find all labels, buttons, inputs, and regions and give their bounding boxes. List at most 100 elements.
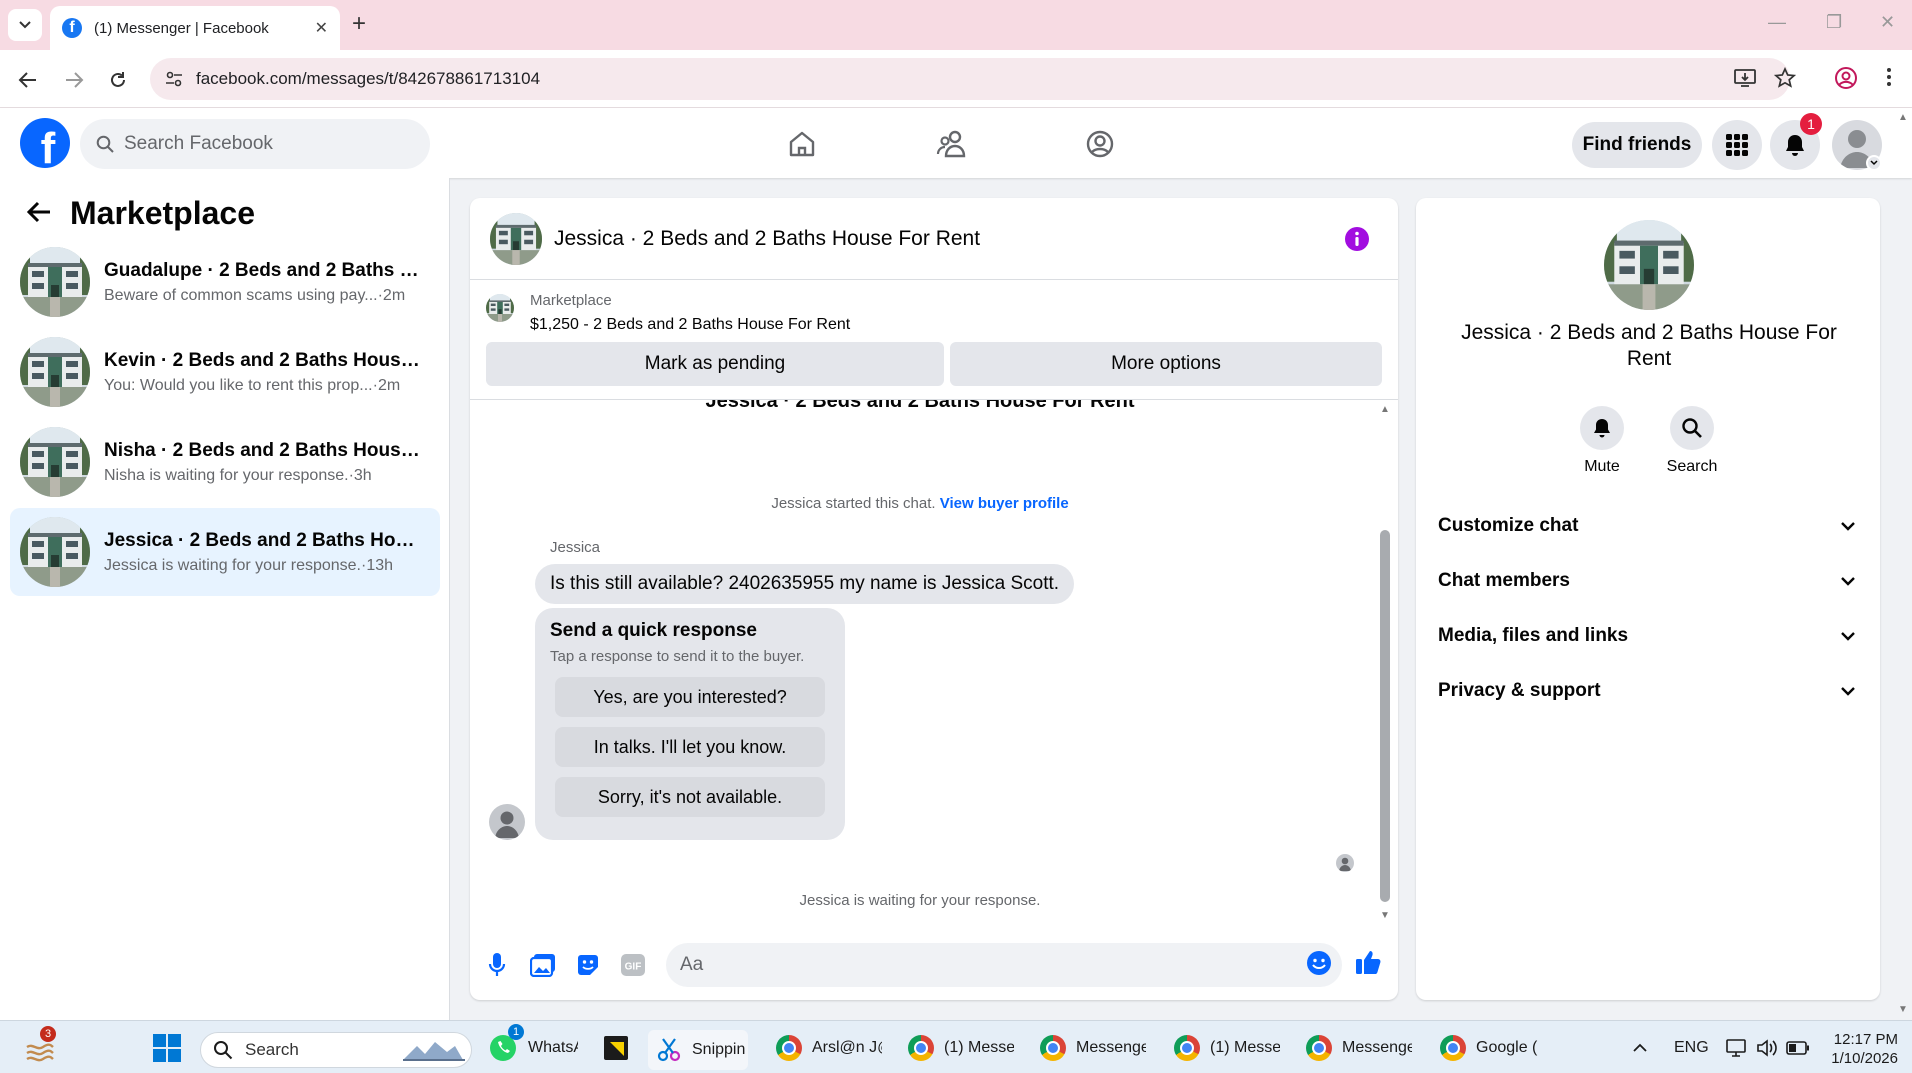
page-scroll-down-icon[interactable]: ▼: [1898, 1004, 1908, 1015]
taskbar-whatsapp[interactable]: 1 WhatsA: [488, 1024, 578, 1066]
section-chat-members[interactable]: Chat members: [1428, 557, 1868, 605]
page-scroll-up-icon[interactable]: ▲: [1898, 112, 1908, 123]
more-options-button[interactable]: More options: [950, 342, 1382, 386]
clock-date: 1/10/2026: [1831, 1050, 1898, 1067]
waiting-notice: Jessica is waiting for your response.: [799, 892, 1041, 909]
convo-kevin[interactable]: Kevin · 2 Beds and 2 Baths House ... You:…: [10, 328, 440, 416]
minimize-button[interactable]: —: [1768, 12, 1786, 33]
show-hidden-icons-button[interactable]: [1632, 1030, 1648, 1066]
address-bar[interactable]: facebook.com/messages/t/842678861713104: [150, 58, 1790, 100]
back-arrow-icon[interactable]: [26, 200, 52, 224]
taskbar-chrome-messenger-1[interactable]: (1) Messer: [908, 1030, 1014, 1066]
profile-icon[interactable]: [1834, 66, 1858, 90]
new-tab-button[interactable]: +: [352, 12, 366, 36]
seen-avatar: [1336, 854, 1354, 872]
battery-icon[interactable]: [1786, 1030, 1810, 1066]
section-media-files-links[interactable]: Media, files and links: [1428, 612, 1868, 660]
thumbs-up-icon[interactable]: [1354, 948, 1382, 976]
friends-nav-button[interactable]: [930, 126, 974, 162]
gaming-nav-button[interactable]: [1078, 126, 1122, 162]
quick-response-card: Send a quick response Tap a response to …: [535, 608, 845, 840]
sticker-icon[interactable]: [573, 950, 603, 980]
section-customize-chat[interactable]: Customize chat: [1428, 502, 1868, 550]
chrome-window-label: Google (: [1476, 1039, 1538, 1056]
scroll-down-arrow-icon[interactable]: ▼: [1380, 910, 1390, 921]
quick-reply-button[interactable]: Yes, are you interested?: [555, 677, 825, 717]
reload-button[interactable]: [104, 66, 132, 94]
taskbar-chrome-google[interactable]: Google (: [1440, 1030, 1546, 1066]
convo-guadalupe[interactable]: Guadalupe · 2 Beds and 2 Baths H... Bewar…: [10, 238, 440, 326]
taskbar-chrome-messenger-2[interactable]: Messenge: [1040, 1030, 1146, 1066]
conversation-time: ·13h: [361, 556, 394, 574]
grid-menu-icon: [1726, 134, 1748, 156]
taskbar-chrome-messenger-3[interactable]: (1) Messen: [1174, 1030, 1280, 1066]
close-window-button[interactable]: ✕: [1880, 12, 1895, 33]
listing-label: Marketplace: [530, 292, 612, 309]
language-indicator[interactable]: ENG: [1674, 1030, 1709, 1066]
site-info-icon[interactable]: [164, 69, 184, 89]
message-input[interactable]: Aa: [666, 943, 1342, 987]
facebook-logo-icon[interactable]: f: [20, 118, 70, 168]
quick-reply-button[interactable]: Sorry, it's not available.: [555, 777, 825, 817]
message-bubble[interactable]: Is this still available? 2402635955 my n…: [535, 564, 1075, 604]
emoji-icon[interactable]: [1306, 950, 1332, 976]
taskbar-notes[interactable]: [602, 1030, 630, 1066]
install-app-icon[interactable]: [1734, 68, 1756, 88]
scroll-up-arrow-icon[interactable]: ▲: [1380, 404, 1390, 415]
chat-listing-thumbnail[interactable]: [490, 212, 542, 265]
browser-menu-icon[interactable]: [1886, 66, 1892, 88]
back-button[interactable]: [14, 66, 42, 94]
view-buyer-profile-link[interactable]: View buyer profile: [940, 495, 1069, 512]
close-tab-icon[interactable]: ✕: [315, 18, 328, 38]
gif-icon[interactable]: GIF: [618, 950, 648, 980]
chat-title[interactable]: Jessica · 2 Beds and 2 Baths House For R…: [554, 227, 980, 251]
listing-thumbnail: [20, 427, 90, 497]
taskbar-clock[interactable]: 12:17 PM 1/10/2026: [1818, 1030, 1898, 1068]
facebook-search-input[interactable]: Search Facebook: [80, 119, 430, 169]
section-label: Customize chat: [1438, 515, 1579, 536]
taskbar-snipping-tool[interactable]: Snippin: [648, 1030, 748, 1070]
taskbar-search[interactable]: Search: [200, 1032, 472, 1068]
find-friends-button[interactable]: Find friends: [1572, 122, 1702, 168]
listing-small-thumbnail[interactable]: [486, 294, 514, 322]
start-button[interactable]: [152, 1030, 182, 1066]
section-privacy-support[interactable]: Privacy & support: [1428, 667, 1868, 715]
forward-button[interactable]: [60, 66, 88, 94]
widgets-button[interactable]: 3: [24, 1026, 56, 1066]
search-icon: [96, 135, 114, 153]
home-nav-button[interactable]: [780, 126, 824, 162]
home-icon: [789, 131, 815, 157]
friends-icon: [936, 130, 966, 158]
info-listing-photo[interactable]: [1604, 220, 1694, 310]
url-text: facebook.com/messages/t/842678861713104: [196, 69, 541, 88]
bookmark-star-icon[interactable]: [1774, 67, 1796, 89]
buyer-avatar[interactable]: [489, 804, 525, 840]
browser-tab-active[interactable]: f (1) Messenger | Facebook ✕: [50, 6, 340, 50]
conversation-time: ·2m: [377, 286, 406, 304]
convo-nisha[interactable]: Nisha · 2 Beds and 2 Baths House ... Nish…: [10, 418, 440, 506]
tab-search-button[interactable]: [8, 9, 42, 41]
mark-as-pending-button[interactable]: Mark as pending: [486, 342, 944, 386]
mute-label: Mute: [1584, 458, 1620, 475]
sidebar-title: Marketplace: [70, 195, 255, 231]
network-icon[interactable]: [1726, 1030, 1748, 1066]
taskbar-chrome-profile[interactable]: Arsl@n J@: [776, 1030, 882, 1066]
restore-button[interactable]: ❐: [1826, 12, 1842, 33]
facebook-favicon-icon: f: [62, 18, 82, 38]
convo-jessica[interactable]: Jessica · 2 Beds and 2 Baths House... Jes…: [10, 508, 440, 596]
photo-icon[interactable]: [528, 950, 558, 980]
volume-icon[interactable]: [1756, 1030, 1778, 1066]
reload-icon: [111, 72, 125, 87]
taskbar-chrome-messenger-4[interactable]: Messenge: [1306, 1030, 1412, 1066]
mute-button[interactable]: [1580, 406, 1624, 450]
info-icon[interactable]: [1344, 226, 1370, 252]
search-conversation-button[interactable]: [1670, 406, 1714, 450]
conversation-preview-row: You: Would you like to rent this prop...…: [104, 377, 424, 395]
listing-price[interactable]: $1,250 - 2 Beds and 2 Baths House For Re…: [530, 316, 850, 334]
quick-reply-button[interactable]: In talks. I'll let you know.: [555, 727, 825, 767]
account-chevron-icon[interactable]: [1866, 155, 1882, 171]
menu-button[interactable]: [1712, 120, 1762, 170]
conversation-text: Jessica · 2 Beds and 2 Baths House... Jes…: [104, 530, 424, 575]
microphone-icon[interactable]: [482, 950, 512, 980]
chat-scrollbar[interactable]: [1380, 530, 1390, 902]
